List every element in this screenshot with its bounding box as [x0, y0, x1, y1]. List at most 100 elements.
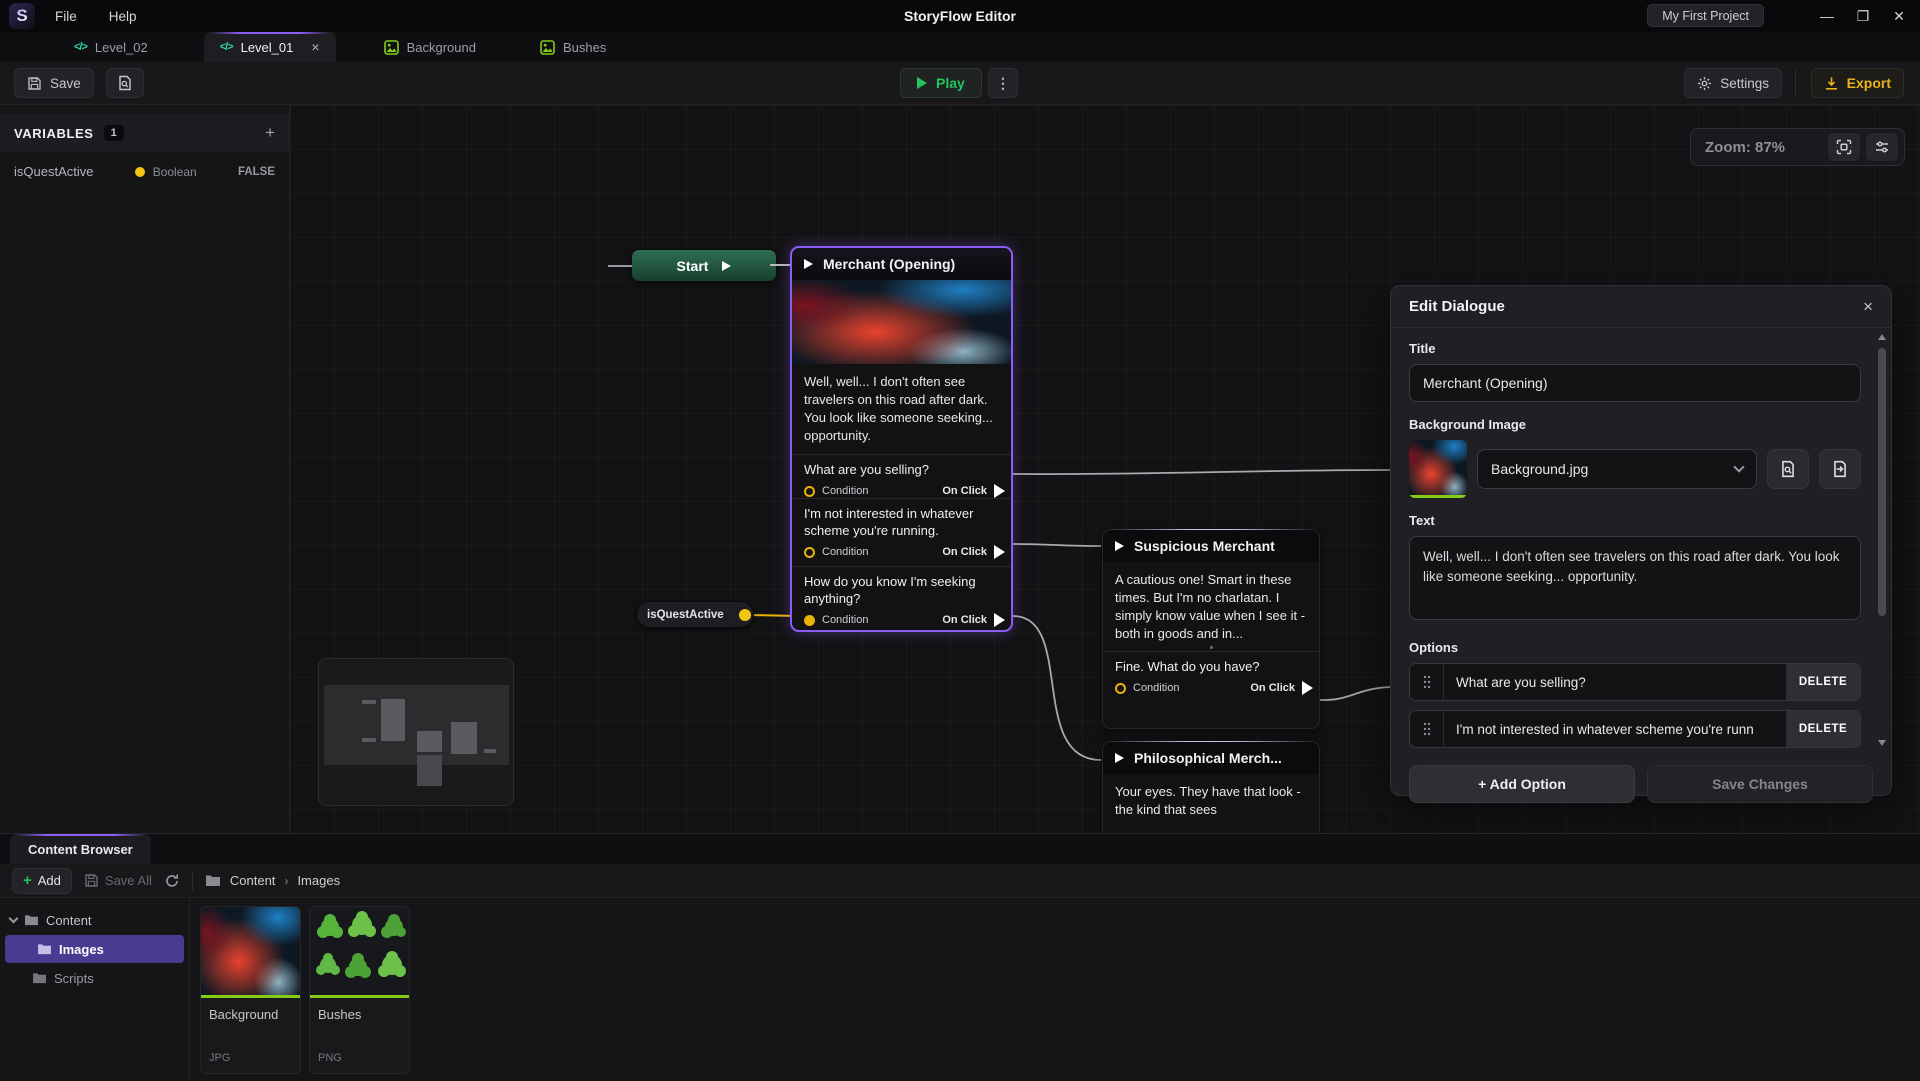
- node-play-icon: [1115, 541, 1124, 551]
- scroll-down-icon[interactable]: [1878, 740, 1886, 746]
- play-button[interactable]: Play: [900, 68, 982, 98]
- boolean-type-icon: [135, 167, 145, 177]
- asset-card-bushes[interactable]: Bushes PNG: [309, 906, 410, 1074]
- variable-chip-isquestactive[interactable]: isQuestActive: [636, 601, 754, 628]
- variable-row[interactable]: isQuestActive Boolean FALSE: [0, 152, 289, 191]
- node-title: Merchant (Opening): [823, 256, 955, 272]
- save-button[interactable]: Save: [14, 68, 94, 98]
- main-toolbar: Save Play ⋮ Settings Export: [0, 62, 1920, 105]
- dialogue-option[interactable]: Fine. What do you have? Condition On Cli…: [1103, 651, 1319, 704]
- dialogue-option[interactable]: I'm not interested in whatever scheme yo…: [792, 499, 1011, 567]
- dialogue-text-textarea[interactable]: Well, well... I don't often see traveler…: [1409, 536, 1861, 620]
- node-background-image: [792, 280, 1011, 364]
- option-editor-row: DELETE: [1409, 710, 1861, 748]
- breadcrumb-current[interactable]: Images: [297, 873, 340, 888]
- tab-background[interactable]: Background: [368, 32, 492, 62]
- onclick-output-port[interactable]: [994, 484, 1005, 498]
- content-browser-panel: Content Browser + Add Save All Content ›…: [0, 833, 1920, 1080]
- dialogue-option[interactable]: How do you know I'm seeking anything? Co…: [792, 567, 1011, 635]
- image-icon: [540, 40, 555, 55]
- delete-option-button[interactable]: DELETE: [1786, 711, 1860, 747]
- drag-handle[interactable]: [1410, 711, 1444, 747]
- delete-option-button[interactable]: DELETE: [1786, 664, 1860, 700]
- menu-file[interactable]: File: [43, 3, 89, 30]
- breadcrumb-root[interactable]: Content: [230, 873, 276, 888]
- tab-close-icon[interactable]: ×: [311, 39, 319, 55]
- minimap[interactable]: [318, 658, 514, 806]
- project-name-badge[interactable]: My First Project: [1647, 4, 1764, 27]
- folder-tree: Content Images Scripts: [0, 898, 190, 1081]
- condition-port-icon[interactable]: [804, 486, 815, 497]
- scrollbar-thumb[interactable]: [1878, 348, 1886, 616]
- menu-help[interactable]: Help: [97, 3, 149, 30]
- add-variable-button[interactable]: +: [265, 123, 275, 143]
- minimize-button[interactable]: —: [1814, 4, 1840, 28]
- node-play-icon: [804, 259, 813, 269]
- save-changes-button[interactable]: Save Changes: [1647, 765, 1873, 803]
- export-button[interactable]: Export: [1811, 68, 1904, 98]
- background-image-select[interactable]: Background.jpg: [1477, 449, 1757, 489]
- open-in-browser-button[interactable]: [1819, 449, 1861, 489]
- refresh-icon[interactable]: [164, 873, 180, 889]
- background-image-value: Background.jpg: [1491, 461, 1588, 477]
- maximize-button[interactable]: ❐: [1850, 4, 1876, 28]
- onclick-output-port[interactable]: [994, 613, 1005, 627]
- node-dialogue-text: Your eyes. They have that look - the kin…: [1103, 774, 1319, 828]
- tree-item-images[interactable]: Images: [5, 935, 184, 963]
- chevron-down-icon[interactable]: [9, 914, 19, 924]
- settings-button[interactable]: Settings: [1684, 68, 1782, 98]
- add-asset-button[interactable]: + Add: [12, 868, 72, 894]
- tab-bushes[interactable]: Bushes: [524, 32, 622, 62]
- dialogue-node-merchant-opening[interactable]: Merchant (Opening) Well, well... I don't…: [790, 246, 1013, 632]
- condition-port-icon[interactable]: [1115, 683, 1126, 694]
- onclick-label: On Click: [942, 546, 987, 558]
- variable-type: Boolean: [153, 165, 197, 179]
- tab-level-01[interactable]: </> Level_01 ×: [204, 32, 336, 62]
- tab-level-02[interactable]: </> Level_02: [58, 32, 164, 62]
- condition-label: Condition: [822, 546, 868, 558]
- node-header[interactable]: Philosophical Merch...: [1103, 742, 1319, 774]
- settings-label: Settings: [1720, 76, 1769, 91]
- play-options-button[interactable]: ⋮: [988, 68, 1018, 98]
- background-image-preview: [1409, 440, 1467, 495]
- variable-value[interactable]: FALSE: [238, 166, 275, 178]
- asset-type-badge: JPG: [201, 1052, 300, 1073]
- app-logo-icon: S: [9, 3, 35, 29]
- tree-item-content[interactable]: Content: [0, 906, 189, 934]
- title-input[interactable]: [1409, 364, 1861, 402]
- minimap-viewport[interactable]: [324, 685, 509, 765]
- drag-dots-icon: [1423, 675, 1431, 689]
- dialogue-option[interactable]: What are you selling? Condition On Click: [792, 455, 1011, 499]
- fit-view-button[interactable]: [1828, 133, 1860, 161]
- add-option-button[interactable]: + Add Option: [1409, 765, 1635, 803]
- browse-file-button[interactable]: [1767, 449, 1809, 489]
- start-node[interactable]: Start: [631, 249, 777, 282]
- variable-output-port[interactable]: [739, 609, 751, 621]
- scroll-up-icon[interactable]: [1878, 334, 1886, 340]
- option-text-input[interactable]: [1444, 711, 1786, 747]
- onclick-output-port[interactable]: [994, 545, 1005, 559]
- play-label: Play: [936, 75, 965, 91]
- close-panel-icon[interactable]: ×: [1863, 297, 1873, 317]
- tree-item-scripts[interactable]: Scripts: [0, 964, 189, 992]
- close-window-button[interactable]: ✕: [1886, 4, 1912, 28]
- condition-port-icon[interactable]: [804, 547, 815, 558]
- onclick-output-port[interactable]: [1302, 681, 1313, 695]
- node-header[interactable]: Merchant (Opening): [792, 248, 1011, 280]
- drag-handle[interactable]: [1410, 664, 1444, 700]
- option-text-input[interactable]: [1444, 664, 1786, 700]
- panel-scrollbar[interactable]: [1877, 334, 1887, 746]
- tab-content-browser[interactable]: Content Browser: [10, 834, 151, 864]
- save-all-button[interactable]: Save All: [84, 873, 152, 888]
- start-output-port[interactable]: [722, 261, 731, 271]
- dialogue-node-suspicious-merchant[interactable]: Suspicious Merchant A cautious one! Smar…: [1102, 529, 1320, 729]
- save-label: Save: [50, 76, 81, 91]
- asset-card-background[interactable]: Background JPG: [200, 906, 301, 1074]
- canvas-settings-button[interactable]: [1866, 133, 1898, 161]
- node-header[interactable]: Suspicious Merchant: [1103, 530, 1319, 562]
- file-search-button[interactable]: [106, 68, 144, 98]
- zoom-indicator: Zoom: 87%: [1690, 128, 1905, 166]
- condition-port-icon[interactable]: [804, 615, 815, 626]
- condition-label: Condition: [822, 614, 868, 626]
- background-image-thumbnail[interactable]: [1409, 440, 1467, 498]
